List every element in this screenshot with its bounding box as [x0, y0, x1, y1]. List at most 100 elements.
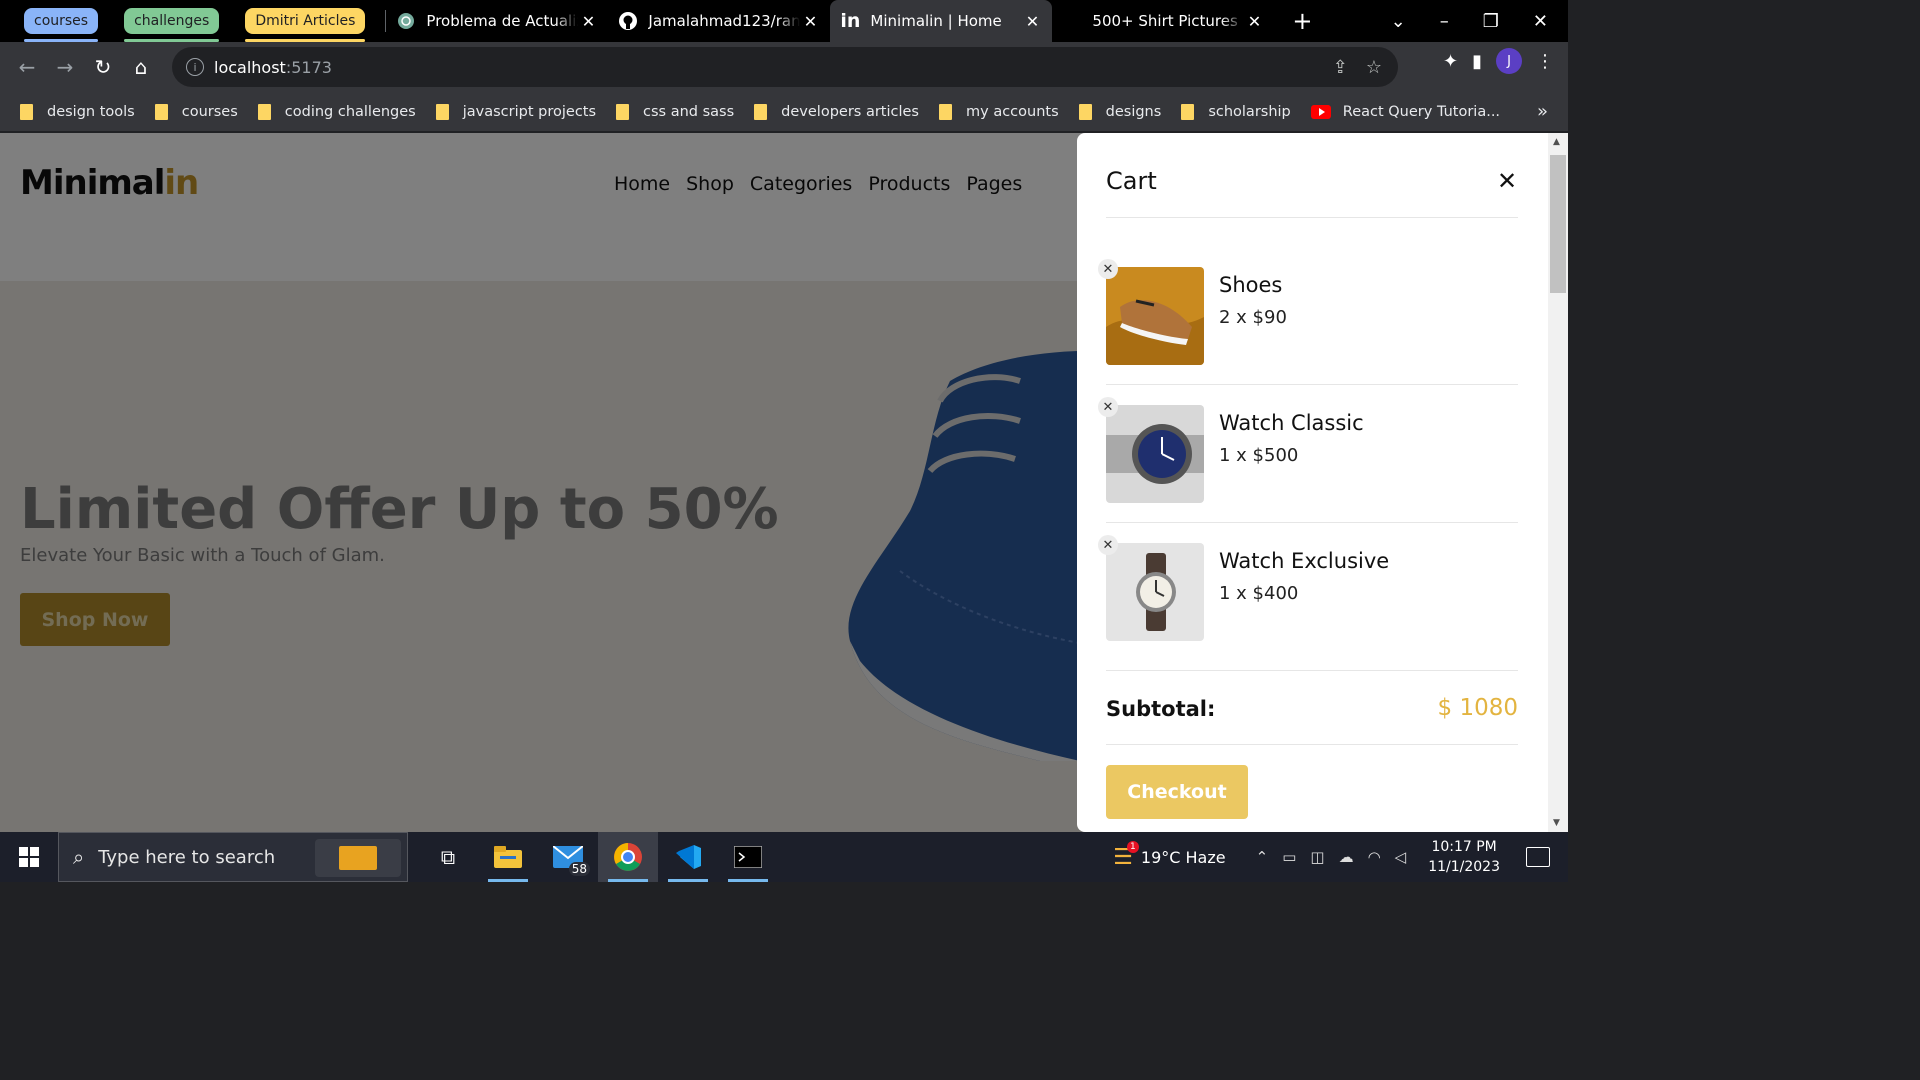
tab-title: 500+ Shirt Pictures |: [1092, 12, 1245, 30]
wifi-icon[interactable]: ◠: [1368, 848, 1381, 866]
remove-item-icon[interactable]: ✕: [1098, 259, 1118, 279]
tab-search-chevron-icon[interactable]: ⌄: [1391, 11, 1406, 32]
home-icon[interactable]: ⌂: [122, 48, 160, 86]
bookmark-design-tools[interactable]: design tools: [20, 103, 135, 120]
tab-group-courses[interactable]: courses: [24, 8, 99, 42]
scrollbar-thumb[interactable]: [1550, 155, 1566, 293]
cart-drawer: Cart ✕ ✕ Shoes 2 x $90 ✕ Watch Classic 1…: [1077, 133, 1548, 832]
folder-icon: [939, 103, 952, 120]
notifications-icon[interactable]: [1526, 847, 1550, 867]
window-close-icon[interactable]: ✕: [1533, 11, 1548, 32]
remove-item-icon[interactable]: ✕: [1098, 535, 1118, 555]
weather-widget[interactable]: ☰ 1 19°C Haze: [1113, 840, 1226, 870]
side-panel-icon[interactable]: ▮: [1472, 51, 1482, 72]
tab-shirts[interactable]: 500+ Shirt Pictures | ✕: [1052, 0, 1274, 42]
chrome-icon[interactable]: [598, 832, 658, 882]
remove-item-icon[interactable]: ✕: [1098, 397, 1118, 417]
cart-item: ✕ Watch Classic 1 x $500: [1098, 397, 1518, 505]
avatar[interactable]: J: [1496, 48, 1522, 74]
task-view-icon[interactable]: ⧉: [418, 832, 478, 882]
tab-problema[interactable]: Problema de Actualiz ✕: [386, 0, 608, 42]
forward-icon[interactable]: →: [46, 48, 84, 86]
shoes-thumbnail: [1106, 267, 1204, 365]
url-port: :5173: [285, 57, 332, 77]
bookmark-label: designs: [1105, 103, 1162, 120]
checkout-button[interactable]: Checkout: [1106, 765, 1248, 819]
bookmark-react-query[interactable]: React Query Tutoria...: [1310, 103, 1501, 120]
cart-item-name: Watch Exclusive: [1219, 549, 1390, 573]
bookmark-courses[interactable]: courses: [154, 103, 238, 120]
bookmark-scholarship[interactable]: scholarship: [1181, 103, 1291, 120]
restore-icon[interactable]: ❐: [1483, 11, 1499, 32]
search-icon: ⌕: [73, 845, 85, 869]
bookmarks-more-icon[interactable]: »: [1537, 101, 1548, 122]
meet-now-icon[interactable]: ◫: [1310, 848, 1324, 866]
divider: [1106, 744, 1518, 745]
bookmark-coding-challenges[interactable]: coding challenges: [257, 103, 416, 120]
tab-title: Problema de Actualiz: [426, 12, 579, 30]
address-bar[interactable]: i localhost:5173 ⇪ ☆: [172, 47, 1398, 87]
bookmark-label: scholarship: [1208, 103, 1291, 120]
subtotal-label: Subtotal:: [1106, 697, 1216, 721]
cart-item-qty-price: 2 x $90: [1219, 307, 1287, 328]
tab-strip: courses challenges Dmitri Articles Probl…: [0, 0, 1568, 42]
close-icon[interactable]: ✕: [1022, 12, 1042, 31]
scroll-down-icon[interactable]: ▼: [1553, 818, 1560, 828]
volume-icon[interactable]: ◁: [1395, 848, 1407, 866]
menu-kebab-icon[interactable]: ⋮: [1536, 51, 1554, 72]
bookmark-label: React Query Tutoria...: [1342, 103, 1501, 120]
vscode-icon[interactable]: [658, 832, 718, 882]
bookmark-developers-articles[interactable]: developers articles: [754, 103, 919, 120]
battery-icon[interactable]: ▭: [1282, 848, 1296, 866]
mail-icon[interactable]: 58: [538, 832, 598, 882]
onedrive-cloud-icon[interactable]: ☁: [1339, 848, 1354, 866]
folder-icon: [435, 103, 449, 120]
terminal-icon[interactable]: [718, 832, 778, 882]
bookmark-label: developers articles: [781, 103, 919, 120]
subtotal-value: $ 1080: [1437, 695, 1518, 721]
reload-icon[interactable]: ↻: [84, 48, 122, 86]
extensions-icon[interactable]: ✦: [1443, 51, 1458, 72]
close-icon[interactable]: ✕: [578, 12, 598, 31]
watch-classic-thumbnail: [1106, 405, 1204, 503]
clock[interactable]: 10:17 PM 11/1/2023: [1428, 837, 1500, 877]
cart-close-icon[interactable]: ✕: [1497, 167, 1517, 195]
back-icon[interactable]: ←: [8, 48, 46, 86]
share-icon[interactable]: ⇪: [1333, 57, 1348, 78]
github-icon: [618, 11, 638, 31]
scroll-up-icon[interactable]: ▲: [1553, 137, 1560, 147]
cart-item-qty-price: 1 x $400: [1219, 583, 1299, 604]
divider: [1106, 384, 1518, 385]
windows-start-icon[interactable]: [0, 832, 58, 882]
tab-github[interactable]: Jamalahmad123/rand ✕: [608, 0, 830, 42]
bookmark-star-icon[interactable]: ☆: [1366, 57, 1382, 78]
bookmark-label: css and sass: [643, 103, 735, 120]
tab-group-dmitri-articles[interactable]: Dmitri Articles: [245, 8, 366, 42]
info-icon[interactable]: i: [186, 58, 204, 76]
divider: [1106, 670, 1518, 671]
bookmark-javascript-projects[interactable]: javascript projects: [435, 103, 596, 120]
linkedin-icon: in: [840, 10, 861, 32]
tab-minimalin-active[interactable]: in Minimalin | Home ✕: [830, 0, 1053, 42]
bookmark-designs[interactable]: designs: [1078, 103, 1162, 120]
bookmark-css-and-sass[interactable]: css and sass: [616, 103, 735, 120]
divider: [1106, 217, 1518, 218]
folder-icon: [1181, 103, 1195, 120]
bookmark-my-accounts[interactable]: my accounts: [939, 103, 1059, 120]
chevron-up-icon[interactable]: ⌃: [1256, 848, 1269, 866]
new-tab-icon[interactable]: +: [1292, 7, 1312, 35]
file-explorer-icon[interactable]: [478, 832, 538, 882]
unsplash-icon: [1062, 11, 1082, 31]
close-icon[interactable]: ✕: [800, 12, 820, 31]
taskbar-search[interactable]: ⌕ Type here to search: [58, 832, 408, 882]
minimize-icon[interactable]: –: [1440, 11, 1449, 32]
bookmark-label: my accounts: [966, 103, 1059, 120]
windows-taskbar: ⌕ Type here to search ⧉ 58 ☰ 1 19°C Haze …: [0, 832, 1568, 882]
folder-icon: [616, 103, 630, 120]
close-icon[interactable]: ✕: [1244, 12, 1264, 31]
tab-title: Minimalin | Home: [870, 12, 1002, 30]
tab-group-challenges[interactable]: challenges: [124, 8, 220, 42]
bookmarks-bar: design tools courses coding challenges j…: [0, 92, 1568, 132]
page-scrollbar[interactable]: ▲ ▼: [1548, 133, 1568, 832]
search-placeholder: Type here to search: [98, 846, 276, 868]
